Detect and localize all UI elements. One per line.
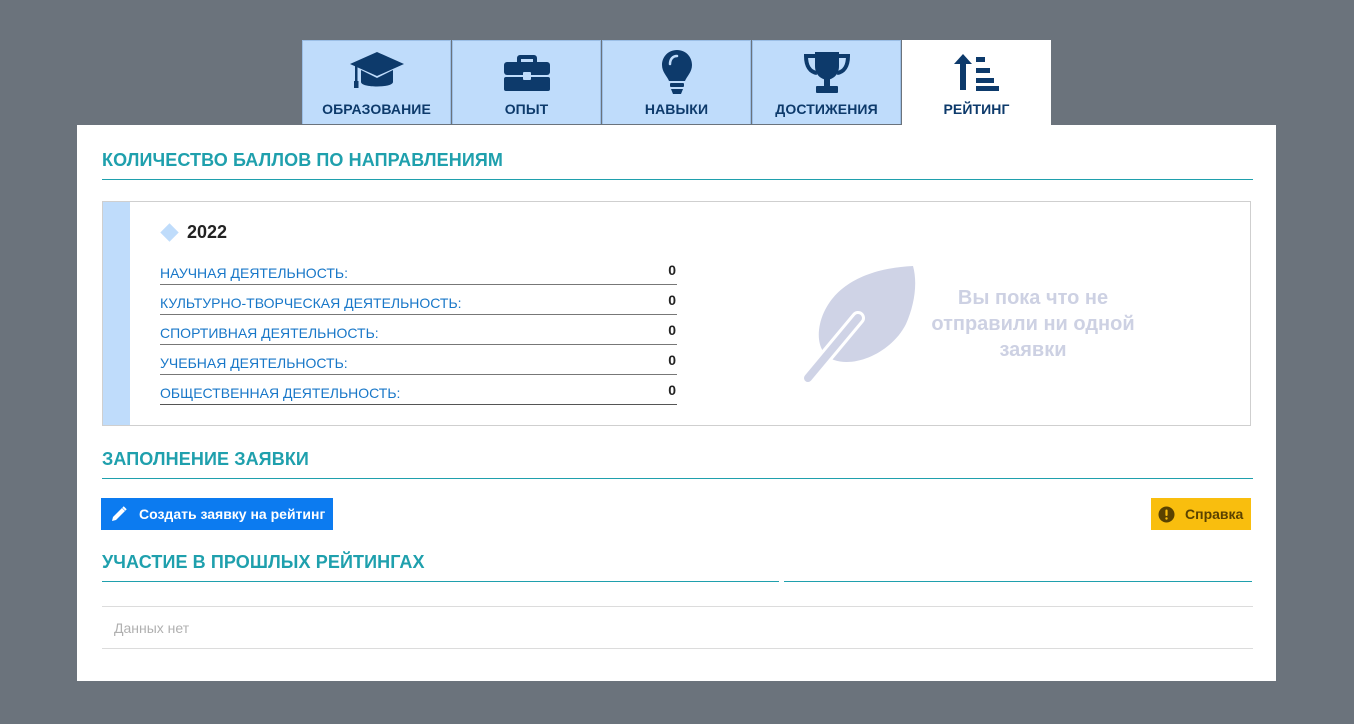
exclamation-circle-icon (1158, 506, 1175, 523)
score-name: УЧЕБНАЯ ДЕЯТЕЛЬНОСТЬ: (160, 354, 348, 371)
list-item: СПОРТИВНАЯ ДЕЯТЕЛЬНОСТЬ: 0 (160, 315, 677, 345)
tab-rating-label: РЕЙТИНГ (943, 101, 1010, 117)
scores-section-title: КОЛИЧЕСТВО БАЛЛОВ ПО НАПРАВЛЕНИЯМ (102, 150, 504, 170)
tab-skills-label: НАВЫКИ (644, 101, 709, 117)
tab-bar: ОБРАЗОВАНИЕ ОПЫТ НАВЫКИ ДОСТИЖЕНИЯ РЕЙТИ… (302, 40, 1051, 125)
scores-list: НАУЧНАЯ ДЕЯТЕЛЬНОСТЬ: 0 КУЛЬТУРНО-ТВОРЧЕ… (160, 255, 677, 405)
feather-icon (801, 266, 916, 385)
score-value: 0 (668, 291, 676, 308)
score-value: 0 (668, 381, 676, 398)
sort-up-icon (953, 54, 999, 91)
graduation-cap-icon (349, 52, 404, 88)
tab-skills[interactable]: НАВЫКИ (602, 40, 751, 124)
score-name: КУЛЬТУРНО-ТВОРЧЕСКАЯ ДЕЯТЕЛЬНОСТЬ: (160, 294, 462, 311)
tab-experience-label: ОПЫТ (504, 101, 549, 117)
create-application-button[interactable]: Создать заявку на рейтинг (101, 498, 333, 530)
application-section-title: ЗАПОЛНЕНИЕ ЗАЯВКИ (102, 449, 309, 469)
list-item: ОБЩЕСТВЕННАЯ ДЕЯТЕЛЬНОСТЬ: 0 (160, 375, 677, 405)
score-name: СПОРТИВНАЯ ДЕЯТЕЛЬНОСТЬ: (160, 324, 379, 341)
no-data-text: Данных нет (114, 620, 190, 636)
tab-achievements[interactable]: ДОСТИЖЕНИЯ (752, 40, 901, 124)
diamond-icon (160, 223, 179, 242)
score-value: 0 (668, 351, 676, 368)
list-item: КУЛЬТУРНО-ТВОРЧЕСКАЯ ДЕЯТЕЛЬНОСТЬ: 0 (160, 285, 677, 315)
divider (102, 179, 1253, 180)
trophy-icon (803, 52, 850, 93)
score-value: 0 (668, 261, 676, 278)
tab-experience[interactable]: ОПЫТ (452, 40, 601, 124)
year-header: 2022 (160, 222, 227, 243)
table-divider (102, 606, 1253, 607)
help-label: Справка (1185, 506, 1244, 522)
tab-education[interactable]: ОБРАЗОВАНИЕ (302, 40, 451, 124)
divider (102, 478, 1253, 479)
tab-education-label: ОБРАЗОВАНИЕ (322, 101, 431, 117)
year-label: 2022 (187, 222, 228, 242)
list-item: НАУЧНАЯ ДЕЯТЕЛЬНОСТЬ: 0 (160, 255, 677, 285)
main-panel: КОЛИЧЕСТВО БАЛЛОВ ПО НАПРАВЛЕНИЯМ 2022 Н… (77, 125, 1276, 681)
tab-achievements-label: ДОСТИЖЕНИЯ (775, 101, 878, 117)
lightbulb-icon (661, 50, 692, 94)
history-section-title: УЧАСТИЕ В ПРОШЛЫХ РЕЙТИНГАХ (102, 552, 425, 572)
briefcase-icon (503, 55, 550, 91)
help-button[interactable]: Справка (1151, 498, 1251, 530)
score-name: НАУЧНАЯ ДЕЯТЕЛЬНОСТЬ: (160, 264, 348, 281)
scores-box: 2022 НАУЧНАЯ ДЕЯТЕЛЬНОСТЬ: 0 КУЛЬТУРНО-Т… (102, 201, 1251, 426)
score-value: 0 (668, 321, 676, 338)
pencil-icon (111, 506, 127, 522)
table-divider (102, 648, 1253, 649)
create-application-label: Создать заявку на рейтинг (139, 506, 326, 522)
list-item: УЧЕБНАЯ ДЕЯТЕЛЬНОСТЬ: 0 (160, 345, 677, 375)
tab-rating[interactable]: РЕЙТИНГ (902, 40, 1051, 125)
divider (784, 581, 1252, 582)
scores-accent-bar (103, 202, 130, 425)
empty-message: Вы пока что не отправили ни одной заявки (931, 287, 1135, 361)
divider (102, 581, 779, 582)
score-name: ОБЩЕСТВЕННАЯ ДЕЯТЕЛЬНОСТЬ: (160, 384, 401, 401)
